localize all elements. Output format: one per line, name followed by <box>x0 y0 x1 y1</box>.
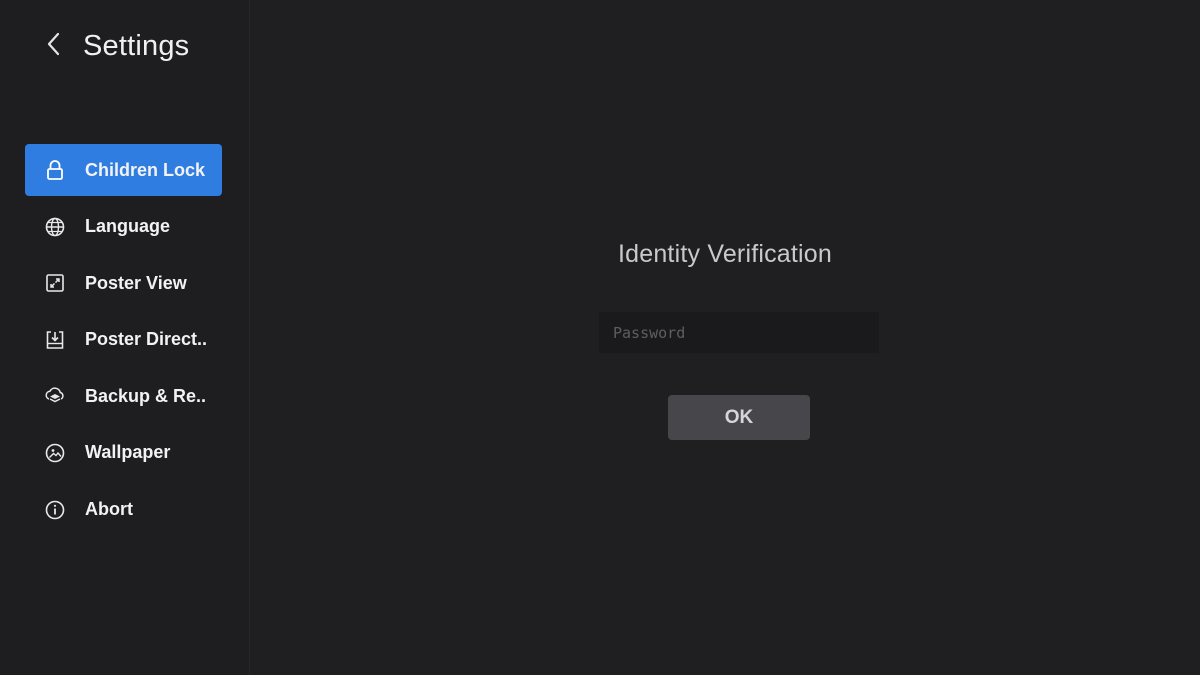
globe-icon <box>43 215 67 239</box>
expand-icon <box>43 271 67 295</box>
password-input[interactable] <box>599 312 879 353</box>
ok-button[interactable]: OK <box>668 395 810 440</box>
sidebar-item-label: Language <box>85 216 171 237</box>
image-icon <box>43 441 67 465</box>
dialog-title: Identity Verification <box>617 240 833 268</box>
sidebar-item-label: Poster Direct.. <box>85 329 208 350</box>
sidebar-item-label: Children Lock <box>85 159 206 180</box>
cloud-layers-icon <box>43 384 67 408</box>
sidebar-item-language[interactable]: Language <box>25 201 222 253</box>
chevron-left-icon <box>46 31 62 62</box>
sidebar: Settings Children Lock Language Poster V… <box>0 0 250 675</box>
sidebar-item-poster-directory[interactable]: Poster Direct.. <box>25 314 222 366</box>
sidebar-item-wallpaper[interactable]: Wallpaper <box>25 427 222 479</box>
back-button[interactable] <box>40 28 68 64</box>
settings-app: Settings Children Lock Language Poster V… <box>0 0 1200 675</box>
sidebar-item-label: Wallpaper <box>85 442 171 463</box>
sidebar-item-label: Backup & Re.. <box>85 385 207 406</box>
lock-icon <box>43 158 67 182</box>
sidebar-item-label: Poster View <box>85 272 187 293</box>
sidebar-item-label: Abort <box>85 499 133 520</box>
download-tray-icon <box>43 328 67 352</box>
info-icon <box>43 498 67 522</box>
header: Settings <box>40 24 189 68</box>
settings-menu: Children Lock Language Poster View Poste… <box>25 144 222 540</box>
sidebar-item-poster-view[interactable]: Poster View <box>25 257 222 309</box>
page-title: Settings <box>83 29 190 62</box>
main-panel: Identity Verification OK <box>250 0 1200 675</box>
sidebar-item-children-lock[interactable]: Children Lock <box>25 144 222 196</box>
sidebar-item-backup-restore[interactable]: Backup & Re.. <box>25 370 222 422</box>
sidebar-item-about[interactable]: Abort <box>25 484 222 536</box>
